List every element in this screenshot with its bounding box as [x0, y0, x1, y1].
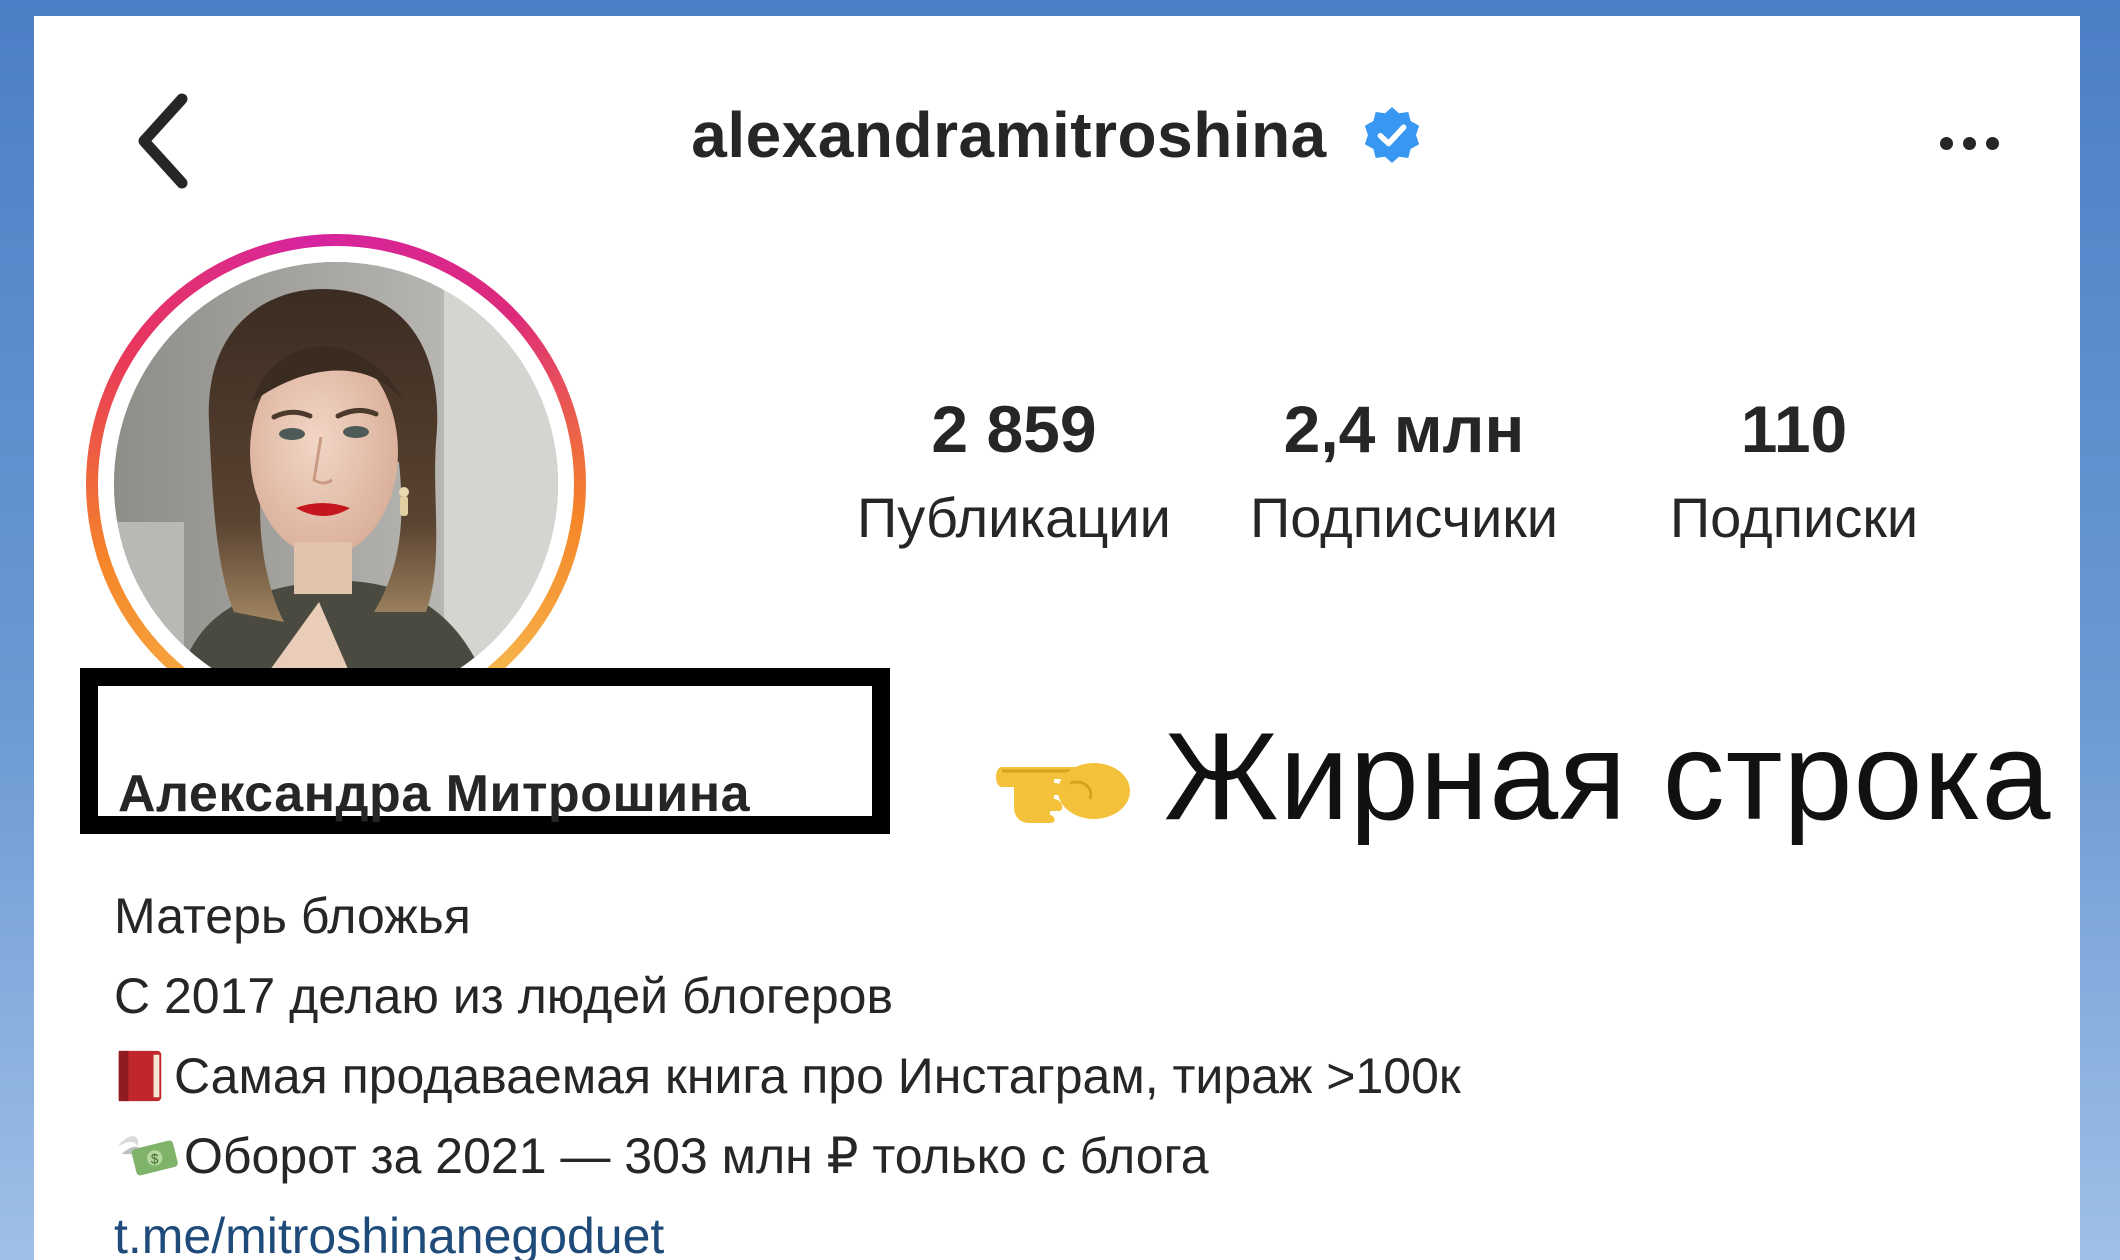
- bio-line-2: Самая продаваемая книга про Инстаграм, т…: [114, 1036, 2014, 1116]
- bio-line-2-text: Самая продаваемая книга про Инстаграм, т…: [174, 1048, 1461, 1104]
- bio-link[interactable]: t.me/mitroshinanegoduet: [114, 1196, 2014, 1260]
- svg-text:$: $: [151, 1152, 159, 1167]
- annotation: Жирная строка: [994, 706, 2051, 848]
- profile-name: Александра Митрошина: [118, 765, 751, 823]
- bio-line-1: С 2017 делаю из людей блогеров: [114, 968, 894, 1024]
- money-with-wings-icon: $: [118, 1136, 178, 1176]
- annotation-text: Жирная строка: [1164, 708, 2052, 846]
- bio-category: Матерь бложья: [114, 888, 471, 944]
- username-title: alexandramitroshina: [691, 99, 1327, 171]
- verified-badge-icon: [1364, 107, 1419, 163]
- more-options-icon[interactable]: [1914, 108, 2024, 178]
- profile-screen: alexandramitroshina 2 859 Публикации 2,4…: [34, 16, 2080, 1260]
- pointing-hand-icon: [996, 763, 1130, 823]
- dot: [1962, 136, 1976, 150]
- profile-header: alexandramitroshina: [34, 98, 2080, 172]
- bio-line-3-text: Оборот за 2021 — 303 млн ₽ только с блог…: [184, 1128, 1209, 1184]
- closed-book-icon: [118, 1050, 162, 1102]
- following-label: Подписки: [1669, 486, 1919, 549]
- dot: [1985, 136, 1999, 150]
- following-stat[interactable]: 110 Подписки: [1554, 396, 2034, 546]
- profile-stats: 2 859 Публикации 2,4 млн Подписчики 110 …: [34, 396, 2080, 596]
- following-count: 110: [1740, 392, 1848, 466]
- dot: [1939, 136, 1953, 150]
- bio-line-3: $ Оборот за 2021 — 303 млн ₽ только с бл…: [114, 1116, 2014, 1196]
- profile-bio: Матерь бложья С 2017 делаю из людей блог…: [114, 876, 2014, 1260]
